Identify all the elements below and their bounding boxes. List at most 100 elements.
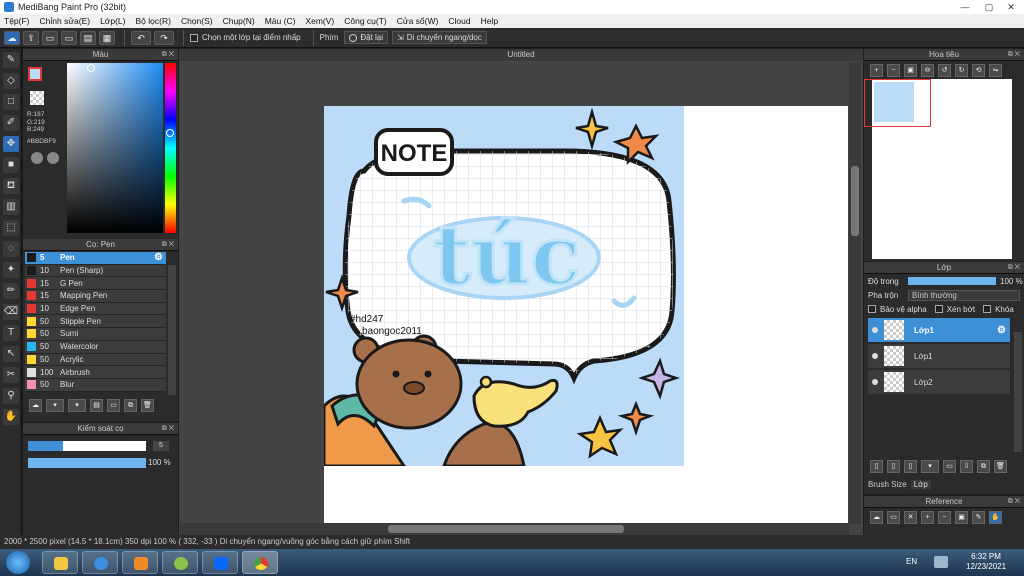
divide-tool-icon[interactable]: ✂ [3, 367, 19, 383]
brush-item[interactable]: 15 Mapping Pen [25, 290, 166, 303]
tab-brush-size[interactable]: Brush Size [868, 480, 907, 489]
opacity-slider[interactable] [28, 458, 146, 468]
transparent-swatch[interactable] [30, 91, 44, 105]
zoom-out-icon[interactable]: − [887, 64, 900, 77]
flip-icon[interactable]: ⇋ [989, 64, 1002, 77]
eyedropper-icon[interactable]: ⚲ [3, 388, 19, 404]
move-hv-button[interactable]: ⇲ Di chuyển ngang/dọc [392, 31, 487, 44]
ref-close-icon[interactable]: ✕ [904, 511, 917, 524]
gear-icon[interactable]: ⚙ [154, 252, 163, 263]
cloud-icon[interactable]: ☁ [4, 30, 20, 45]
blend-mode-select[interactable]: Bình thường [908, 289, 1020, 301]
brush-item[interactable]: 5 Pen ⚙ [25, 252, 166, 265]
taskbar-chrome[interactable] [242, 551, 278, 574]
navigator-viewport[interactable] [864, 79, 931, 127]
horizontal-scroll-thumb[interactable] [388, 525, 624, 533]
layer-menu-icon[interactable]: ▾ [921, 460, 939, 473]
palette-icon[interactable] [31, 152, 43, 164]
menu-cloud[interactable]: Cloud [448, 14, 470, 28]
panel-float-icon[interactable]: ⧉ ✕ [162, 423, 174, 435]
brush-size-value[interactable]: 5 [153, 441, 169, 451]
operation-tool-icon[interactable]: ↖ [3, 346, 19, 362]
rotate-left-icon[interactable]: ↺ [938, 64, 951, 77]
ref-eyedropper-icon[interactable]: ✎ [972, 511, 985, 524]
hue-slider[interactable] [165, 63, 176, 233]
hand-tool-icon[interactable]: ✋ [3, 409, 19, 425]
select-tool-icon[interactable]: ⬚ [3, 220, 19, 236]
horizontal-scrollbar[interactable] [180, 523, 849, 535]
zoom-actual-icon[interactable]: ⊖ [921, 64, 934, 77]
brush-item[interactable]: 50 Blur [25, 378, 166, 392]
add-brush-icon[interactable]: ▾ [46, 399, 64, 412]
cloud-brush-icon[interactable]: ☁ [29, 399, 42, 412]
merge-icon[interactable]: ⇩ [960, 460, 973, 473]
brush-item[interactable]: 100 Airbrush [25, 366, 166, 379]
eye-icon[interactable] [872, 327, 878, 333]
copy-brush-icon[interactable]: ⧉ [124, 399, 137, 412]
sv-cursor[interactable] [87, 64, 95, 72]
zoom-in-icon[interactable]: + [870, 64, 883, 77]
taskbar-ie[interactable] [82, 551, 118, 574]
ref-open-icon[interactable]: ▭ [887, 511, 900, 524]
close-button[interactable]: ✕ [1000, 0, 1022, 14]
brush-item[interactable]: 10 Edge Pen [25, 302, 166, 316]
reset-button[interactable]: Đặt lại [344, 31, 388, 44]
layer-row[interactable]: Lớp2 [868, 370, 1010, 394]
brush-list-scrollbar[interactable] [168, 265, 176, 395]
taskbar-explorer[interactable] [42, 551, 78, 574]
artwork[interactable]: NOTE túc #hd247 baongoc2011 [324, 106, 684, 466]
menu-filter[interactable]: Bộ lọc(R) [136, 14, 171, 28]
select-pen-icon[interactable]: ✏ [3, 283, 19, 299]
tab-layer[interactable]: Lớp [910, 480, 931, 489]
panel-float-icon[interactable]: ⧉ ✕ [1008, 49, 1020, 61]
color-wheel-icon[interactable] [47, 152, 59, 164]
brush-size-slider[interactable] [28, 441, 146, 451]
gradient-tool-icon[interactable]: ▥ [3, 199, 19, 215]
text-tool-icon[interactable]: T [3, 325, 19, 341]
tray-icons[interactable] [934, 556, 948, 568]
brush-item[interactable]: 10 Pen (Sharp) [25, 264, 166, 278]
upload-icon[interactable]: ⇪ [23, 30, 39, 45]
brush-item[interactable]: 15 G Pen [25, 277, 166, 291]
layer-scrollbar[interactable] [1014, 332, 1022, 452]
ref-hand-icon[interactable]: ✋ [989, 511, 1002, 524]
bucket-tool-icon[interactable]: ⛾ [3, 178, 19, 194]
start-button[interactable] [6, 551, 30, 574]
ref-cloud-icon[interactable]: ☁ [870, 511, 883, 524]
brush-menu-icon[interactable]: ▾ [68, 399, 86, 412]
menu-view[interactable]: Xem(V) [305, 14, 334, 28]
dot-tool-icon[interactable]: □ [3, 94, 19, 110]
brush-item[interactable]: 50 Sumi [25, 328, 166, 341]
folder-icon[interactable]: ▭ [107, 399, 120, 412]
brush-tool-icon[interactable]: ✎ [3, 52, 19, 68]
delete-brush-icon[interactable]: 🗑 [141, 399, 154, 412]
panel-float-icon[interactable]: ⧉ ✕ [1008, 262, 1020, 274]
eye-icon[interactable] [872, 353, 878, 359]
grid-icon[interactable]: ▦ [99, 30, 115, 45]
menu-select[interactable]: Chọn(S) [181, 14, 213, 28]
book-icon[interactable]: ▤ [80, 30, 96, 45]
brush-item[interactable]: 50 Acrylic [25, 353, 166, 367]
minimize-button[interactable]: — [954, 0, 976, 14]
menu-file[interactable]: Tệp(F) [4, 14, 30, 28]
lasso-tool-icon[interactable]: ◌ [3, 241, 19, 257]
layer-row[interactable]: Lớp1 [868, 344, 1010, 368]
taskbar-media[interactable] [122, 551, 158, 574]
move-tool-icon[interactable]: ✥ [3, 136, 19, 152]
gear-icon[interactable]: ⚙ [997, 325, 1006, 336]
comment-icon[interactable]: ▭ [61, 30, 77, 45]
menu-window[interactable]: Cửa sổ(W) [397, 14, 439, 28]
undo-button[interactable]: ↶ [131, 30, 151, 45]
rotate-right-icon[interactable]: ↻ [955, 64, 968, 77]
reset-rotate-icon[interactable]: ⟲ [972, 64, 985, 77]
ref-zoom-in-icon[interactable]: + [921, 511, 934, 524]
vertical-scroll-thumb[interactable] [851, 166, 859, 236]
pen-tool-icon[interactable]: ✐ [3, 115, 19, 131]
eye-icon[interactable] [872, 379, 878, 385]
vertical-scrollbar[interactable] [849, 62, 861, 524]
primary-color-swatch[interactable] [28, 67, 42, 81]
clip-checkbox[interactable] [934, 305, 943, 313]
eraser-tool-icon[interactable]: ◇ [3, 73, 19, 89]
delete-layer-icon[interactable]: 🗑 [994, 460, 1007, 473]
duplicate-layer-icon[interactable]: ⧉ [977, 460, 990, 473]
